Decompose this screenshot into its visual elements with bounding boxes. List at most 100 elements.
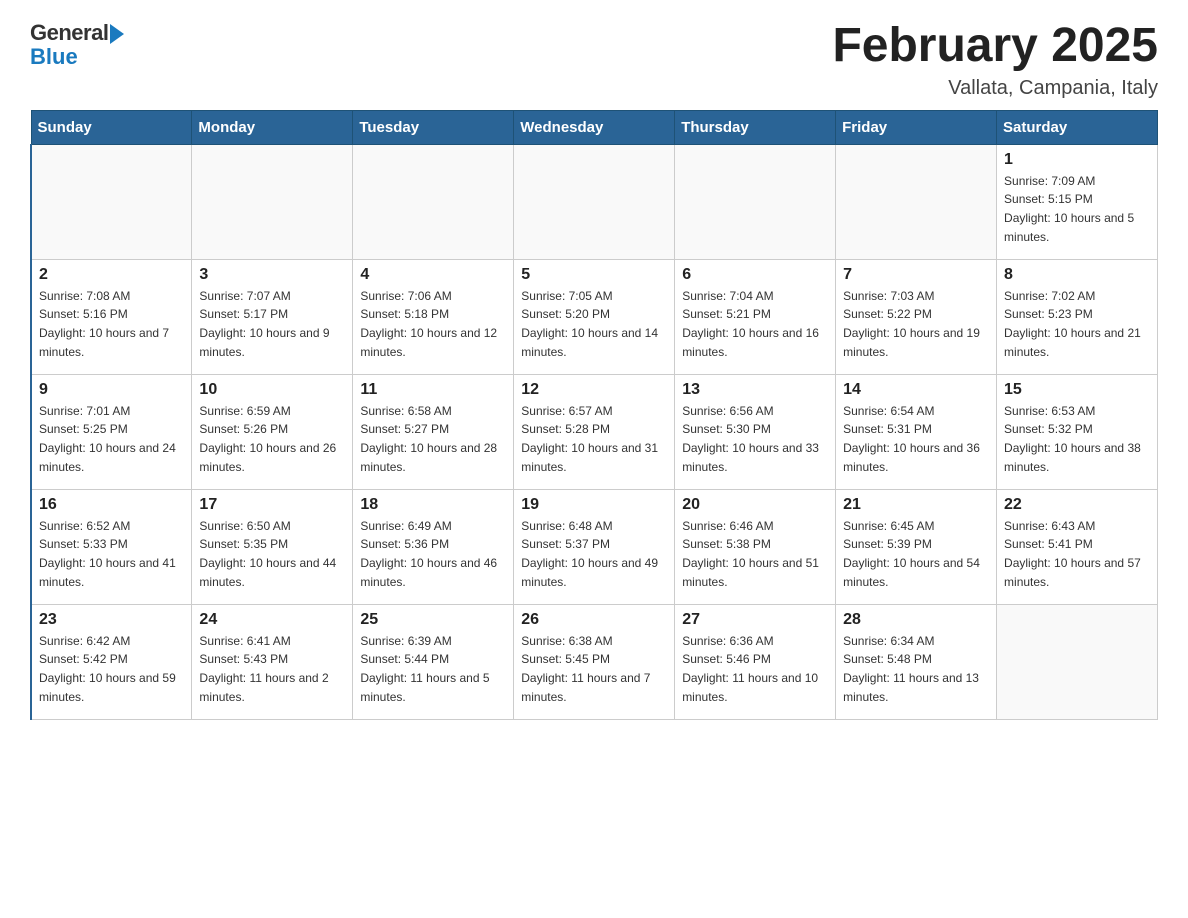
calendar-cell: 12 Sunrise: 6:57 AMSunset: 5:28 PMDayligh…	[514, 374, 675, 489]
day-number: 15	[1004, 381, 1150, 399]
day-number: 6	[682, 266, 828, 284]
calendar-header: SundayMondayTuesdayWednesdayThursdayFrid…	[31, 110, 1158, 144]
day-info: Sunrise: 7:04 AMSunset: 5:21 PMDaylight:…	[682, 287, 828, 361]
day-info: Sunrise: 7:08 AMSunset: 5:16 PMDaylight:…	[39, 287, 184, 361]
day-number: 24	[199, 611, 345, 629]
day-number: 9	[39, 381, 184, 399]
calendar-table: SundayMondayTuesdayWednesdayThursdayFrid…	[30, 110, 1158, 720]
day-number: 5	[521, 266, 667, 284]
calendar-body: 1Sunrise: 7:09 AMSunset: 5:15 PMDaylight…	[31, 144, 1158, 719]
day-number: 26	[521, 611, 667, 629]
day-info: Sunrise: 6:58 AMSunset: 5:27 PMDaylight:…	[360, 402, 506, 476]
day-info: Sunrise: 7:03 AMSunset: 5:22 PMDaylight:…	[843, 287, 989, 361]
day-number: 7	[843, 266, 989, 284]
day-number: 27	[682, 611, 828, 629]
calendar-cell: 15 Sunrise: 6:53 AMSunset: 5:32 PMDayligh…	[997, 374, 1158, 489]
weekday-header-wednesday: Wednesday	[514, 110, 675, 144]
calendar-cell: 27 Sunrise: 6:36 AMSunset: 5:46 PMDayligh…	[675, 604, 836, 719]
calendar-cell: 24 Sunrise: 6:41 AMSunset: 5:43 PMDayligh…	[192, 604, 353, 719]
day-info: Sunrise: 6:36 AMSunset: 5:46 PMDaylight:…	[682, 632, 828, 706]
day-info: Sunrise: 6:59 AMSunset: 5:26 PMDaylight:…	[199, 402, 345, 476]
calendar-cell	[997, 604, 1158, 719]
day-info: Sunrise: 7:02 AMSunset: 5:23 PMDaylight:…	[1004, 287, 1150, 361]
calendar-week-row: 9 Sunrise: 7:01 AMSunset: 5:25 PMDaylight…	[31, 374, 1158, 489]
day-number: 21	[843, 496, 989, 514]
calendar-cell: 21 Sunrise: 6:45 AMSunset: 5:39 PMDayligh…	[836, 489, 997, 604]
calendar-cell	[192, 144, 353, 259]
calendar-cell	[836, 144, 997, 259]
day-info: Sunrise: 6:38 AMSunset: 5:45 PMDaylight:…	[521, 632, 667, 706]
calendar-cell: 2Sunrise: 7:08 AMSunset: 5:16 PMDaylight…	[31, 259, 192, 374]
calendar-cell: 3 Sunrise: 7:07 AMSunset: 5:17 PMDaylight…	[192, 259, 353, 374]
calendar-cell: 16 Sunrise: 6:52 AMSunset: 5:33 PMDayligh…	[31, 489, 192, 604]
calendar-cell: 23 Sunrise: 6:42 AMSunset: 5:42 PMDayligh…	[31, 604, 192, 719]
day-number: 4	[360, 266, 506, 284]
month-title: February 2025	[832, 20, 1158, 73]
day-number: 20	[682, 496, 828, 514]
day-number: 3	[199, 266, 345, 284]
calendar-cell: 17Sunrise: 6:50 AMSunset: 5:35 PMDayligh…	[192, 489, 353, 604]
day-info: Sunrise: 6:49 AMSunset: 5:36 PMDaylight:…	[360, 517, 506, 591]
day-number: 11	[360, 381, 506, 399]
day-info: Sunrise: 6:48 AMSunset: 5:37 PMDaylight:…	[521, 517, 667, 591]
calendar-cell: 4 Sunrise: 7:06 AMSunset: 5:18 PMDaylight…	[353, 259, 514, 374]
day-info: Sunrise: 6:43 AMSunset: 5:41 PMDaylight:…	[1004, 517, 1150, 591]
calendar-cell	[353, 144, 514, 259]
day-number: 19	[521, 496, 667, 514]
day-info: Sunrise: 7:01 AMSunset: 5:25 PMDaylight:…	[39, 402, 184, 476]
day-info: Sunrise: 6:57 AMSunset: 5:28 PMDaylight:…	[521, 402, 667, 476]
day-info: Sunrise: 6:52 AMSunset: 5:33 PMDaylight:…	[39, 517, 184, 591]
weekday-header-monday: Monday	[192, 110, 353, 144]
calendar-cell: 22 Sunrise: 6:43 AMSunset: 5:41 PMDayligh…	[997, 489, 1158, 604]
calendar-cell: 13 Sunrise: 6:56 AMSunset: 5:30 PMDayligh…	[675, 374, 836, 489]
calendar-cell: 6 Sunrise: 7:04 AMSunset: 5:21 PMDaylight…	[675, 259, 836, 374]
day-info: Sunrise: 7:07 AMSunset: 5:17 PMDaylight:…	[199, 287, 345, 361]
day-number: 16	[39, 496, 184, 514]
logo-blue-text: Blue	[30, 44, 78, 70]
logo: General Blue	[30, 20, 124, 70]
day-info: Sunrise: 6:34 AMSunset: 5:48 PMDaylight:…	[843, 632, 989, 706]
day-info: Sunrise: 6:53 AMSunset: 5:32 PMDaylight:…	[1004, 402, 1150, 476]
day-info: Sunrise: 6:56 AMSunset: 5:30 PMDaylight:…	[682, 402, 828, 476]
weekday-header-thursday: Thursday	[675, 110, 836, 144]
calendar-cell	[675, 144, 836, 259]
calendar-week-row: 23 Sunrise: 6:42 AMSunset: 5:42 PMDayligh…	[31, 604, 1158, 719]
day-info: Sunrise: 6:45 AMSunset: 5:39 PMDaylight:…	[843, 517, 989, 591]
day-info: Sunrise: 6:42 AMSunset: 5:42 PMDaylight:…	[39, 632, 184, 706]
calendar-week-row: 16 Sunrise: 6:52 AMSunset: 5:33 PMDayligh…	[31, 489, 1158, 604]
calendar-cell: 18 Sunrise: 6:49 AMSunset: 5:36 PMDayligh…	[353, 489, 514, 604]
day-number: 1	[1004, 151, 1150, 169]
day-number: 22	[1004, 496, 1150, 514]
day-number: 13	[682, 381, 828, 399]
calendar-cell: 20 Sunrise: 6:46 AMSunset: 5:38 PMDayligh…	[675, 489, 836, 604]
calendar-cell: 11 Sunrise: 6:58 AMSunset: 5:27 PMDayligh…	[353, 374, 514, 489]
calendar-cell: 25Sunrise: 6:39 AMSunset: 5:44 PMDayligh…	[353, 604, 514, 719]
weekday-header-saturday: Saturday	[997, 110, 1158, 144]
weekday-header-sunday: Sunday	[31, 110, 192, 144]
day-info: Sunrise: 7:06 AMSunset: 5:18 PMDaylight:…	[360, 287, 506, 361]
calendar-cell: 14 Sunrise: 6:54 AMSunset: 5:31 PMDayligh…	[836, 374, 997, 489]
day-number: 14	[843, 381, 989, 399]
day-number: 10	[199, 381, 345, 399]
day-number: 23	[39, 611, 184, 629]
day-info: Sunrise: 7:05 AMSunset: 5:20 PMDaylight:…	[521, 287, 667, 361]
logo-arrow-icon	[110, 24, 124, 44]
day-number: 25	[360, 611, 506, 629]
calendar-week-row: 2Sunrise: 7:08 AMSunset: 5:16 PMDaylight…	[31, 259, 1158, 374]
day-info: Sunrise: 6:54 AMSunset: 5:31 PMDaylight:…	[843, 402, 989, 476]
calendar-cell: 26 Sunrise: 6:38 AMSunset: 5:45 PMDayligh…	[514, 604, 675, 719]
calendar-cell: 7 Sunrise: 7:03 AMSunset: 5:22 PMDaylight…	[836, 259, 997, 374]
day-info: Sunrise: 6:50 AMSunset: 5:35 PMDaylight:…	[199, 517, 345, 591]
calendar-cell: 9 Sunrise: 7:01 AMSunset: 5:25 PMDaylight…	[31, 374, 192, 489]
weekday-header-friday: Friday	[836, 110, 997, 144]
day-number: 18	[360, 496, 506, 514]
day-info: Sunrise: 6:46 AMSunset: 5:38 PMDaylight:…	[682, 517, 828, 591]
day-number: 12	[521, 381, 667, 399]
day-number: 28	[843, 611, 989, 629]
location-title: Vallata, Campania, Italy	[832, 77, 1158, 100]
logo-general-text: General	[30, 20, 108, 46]
day-info: Sunrise: 6:41 AMSunset: 5:43 PMDaylight:…	[199, 632, 345, 706]
page-header: General Blue February 2025 Vallata, Camp…	[30, 20, 1158, 100]
weekday-header-row: SundayMondayTuesdayWednesdayThursdayFrid…	[31, 110, 1158, 144]
calendar-cell	[514, 144, 675, 259]
